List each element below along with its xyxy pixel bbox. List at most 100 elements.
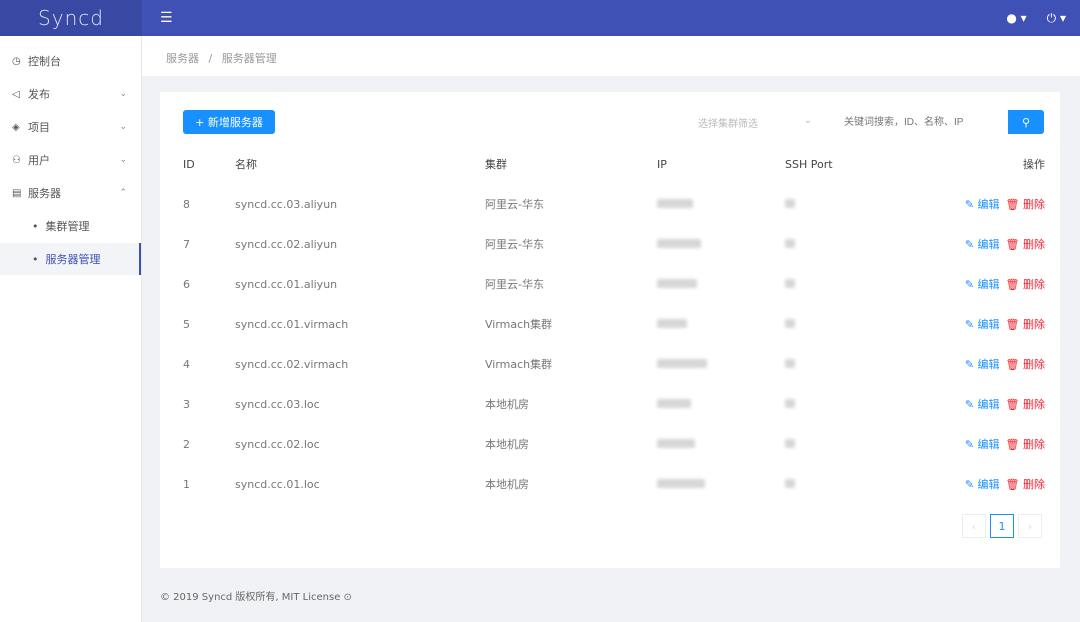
cell-id: 5 [183, 317, 190, 331]
cell-name: syncd.cc.01.loc [235, 477, 320, 491]
delete-button[interactable]: 🗑 删除 [1006, 478, 1045, 491]
cell-ip-redacted [657, 224, 785, 264]
breadcrumb-current: 服务器管理 [221, 52, 277, 65]
chevron-icon: ⌃ [119, 188, 127, 198]
table-row: 3 syncd.cc.03.loc 本地机房 ✎ 编辑 🗑 删除 [183, 384, 1045, 424]
cell-name: syncd.cc.01.virmach [235, 317, 349, 331]
edit-button[interactable]: ✎ 编辑 [965, 238, 1000, 251]
cell-port-redacted [785, 224, 935, 264]
delete-button[interactable]: 🗑 删除 [1006, 278, 1045, 291]
page-1-button[interactable]: 1 [990, 514, 1014, 538]
edit-button[interactable]: ✎ 编辑 [965, 358, 1000, 371]
edit-button[interactable]: ✎ 编辑 [965, 318, 1000, 331]
cell-ip-redacted [657, 344, 785, 384]
breadcrumb-root[interactable]: 服务器 [166, 52, 199, 65]
sidebar-item-0[interactable]: ◷ 控制台 [0, 45, 141, 77]
cell-id: 8 [183, 197, 190, 211]
cell-id: 1 [183, 477, 190, 491]
cell-cluster: Virmach集群 [485, 358, 553, 371]
edit-button[interactable]: ✎ 编辑 [965, 198, 1000, 211]
cell-port-redacted [785, 304, 935, 344]
search-icon: ⚲ [1021, 115, 1031, 129]
table-row: 8 syncd.cc.03.aliyun 阿里云-华东 ✎ 编辑 🗑 删除 [183, 184, 1045, 224]
column-header: IP [657, 157, 667, 171]
send-icon: ◁ [12, 88, 20, 100]
cell-port-redacted [785, 384, 935, 424]
cell-cluster: 本地机房 [485, 478, 529, 491]
cell-port-redacted [785, 424, 935, 464]
layers-icon: ◈ [12, 121, 20, 133]
chevron-icon: ⌄ [119, 155, 127, 165]
footer-text: © 2019 Syncd 版权所有, MIT License [160, 592, 341, 603]
table-row: 5 syncd.cc.01.virmach Virmach集群 ✎ 编辑 🗑 删除 [183, 304, 1045, 344]
cell-ip-redacted [657, 264, 785, 304]
cell-id: 6 [183, 277, 190, 291]
sidebar-item-label: 用户 [28, 154, 50, 167]
footer: © 2019 Syncd 版权所有, MIT License ⊙ [160, 588, 352, 603]
cell-port-redacted [785, 344, 935, 384]
delete-button[interactable]: 🗑 删除 [1006, 438, 1045, 451]
delete-button[interactable]: 🗑 删除 [1006, 358, 1045, 371]
cell-id: 2 [183, 437, 190, 451]
sidebar-item-label: 服务器 [28, 187, 61, 200]
sidebar-subitem-0[interactable]: • 集群管理 [0, 210, 141, 242]
edit-button[interactable]: ✎ 编辑 [965, 398, 1000, 411]
sidebar-item-label: 项目 [28, 121, 50, 134]
cell-cluster: 阿里云-华东 [485, 278, 544, 291]
pagination: ‹ 1 › [962, 514, 1042, 538]
table-row: 1 syncd.cc.01.loc 本地机房 ✎ 编辑 🗑 删除 [183, 464, 1045, 504]
next-page-button[interactable]: › [1018, 514, 1042, 538]
select-placeholder: 选择集群筛选 [698, 119, 758, 130]
chevron-icon: ⌄ [119, 122, 127, 132]
chevron-icon: ⌄ [119, 89, 127, 99]
cell-ip-redacted [657, 184, 785, 224]
server-card: + 新增服务器 选择集群筛选 ⌄ ⚲ ID 名称 集群 IP SSH Port 操作 8 s… [160, 92, 1060, 568]
help-icon[interactable]: ● ▾ [1006, 11, 1026, 26]
edit-button[interactable]: ✎ 编辑 [965, 478, 1000, 491]
edit-button[interactable]: ✎ 编辑 [965, 438, 1000, 451]
sidebar-item-4[interactable]: ▤ 服务器 ⌃ [0, 177, 141, 209]
cell-name: syncd.cc.03.aliyun [235, 197, 338, 211]
cell-name: syncd.cc.02.loc [235, 437, 320, 451]
table-row: 7 syncd.cc.02.aliyun 阿里云-华东 ✎ 编辑 🗑 删除 [183, 224, 1045, 264]
add-server-button[interactable]: + 新增服务器 [183, 110, 275, 134]
sidebar-item-1[interactable]: ◁ 发布 ⌄ [0, 78, 141, 110]
column-header: ID [183, 157, 195, 171]
sidebar-item-2[interactable]: ◈ 项目 ⌄ [0, 111, 141, 143]
edit-button[interactable]: ✎ 编辑 [965, 278, 1000, 291]
sidebar-subitem-label: 集群管理 [45, 220, 90, 233]
column-header: 操作 [1023, 158, 1045, 171]
server-icon: ▤ [12, 187, 22, 199]
breadcrumb-separator: / [208, 52, 213, 65]
sidebar: ◷ 控制台 ◁ 发布 ⌄ ◈ 项目 ⌄ ⚇ 用户 ⌄ ▤ 服务器 ⌃ • 集群管理 • 服务器管理 [0, 36, 142, 622]
table-row: 6 syncd.cc.01.aliyun 阿里云-华东 ✎ 编辑 🗑 删除 [183, 264, 1045, 304]
search-button[interactable]: ⚲ [1008, 110, 1044, 134]
delete-button[interactable]: 🗑 删除 [1006, 398, 1045, 411]
sidebar-item-label: 控制台 [28, 55, 61, 68]
cell-id: 4 [183, 357, 190, 371]
sidebar-subitem-label: 服务器管理 [45, 253, 101, 266]
delete-button[interactable]: 🗑 删除 [1006, 238, 1045, 251]
logo: Syncd [0, 0, 142, 36]
search-input[interactable] [836, 111, 1008, 133]
cell-cluster: 本地机房 [485, 438, 529, 451]
chevron-down-icon: ⌄ [803, 115, 812, 126]
sidebar-subitem-1[interactable]: • 服务器管理 [0, 243, 141, 275]
cluster-filter-select[interactable]: 选择集群筛选 ⌄ [690, 111, 820, 133]
delete-button[interactable]: 🗑 删除 [1006, 198, 1045, 211]
sidebar-item-label: 发布 [28, 88, 50, 101]
table-row: 4 syncd.cc.02.virmach Virmach集群 ✎ 编辑 🗑 删除 [183, 344, 1045, 384]
cell-name: syncd.cc.02.aliyun [235, 237, 338, 251]
cell-name: syncd.cc.02.virmach [235, 357, 349, 371]
menu-toggle-icon[interactable]: ☰ [160, 10, 173, 26]
cell-cluster: 本地机房 [485, 398, 529, 411]
dashboard-icon: ◷ [12, 55, 21, 67]
delete-button[interactable]: 🗑 删除 [1006, 318, 1045, 331]
github-icon[interactable]: ⊙ [344, 592, 352, 603]
cell-cluster: 阿里云-华东 [485, 198, 544, 211]
cell-port-redacted [785, 464, 935, 504]
sidebar-item-3[interactable]: ⚇ 用户 ⌄ [0, 144, 141, 176]
power-icon[interactable]: ⏻ ▾ [1047, 11, 1066, 26]
cell-port-redacted [785, 184, 935, 224]
prev-page-button[interactable]: ‹ [962, 514, 986, 538]
